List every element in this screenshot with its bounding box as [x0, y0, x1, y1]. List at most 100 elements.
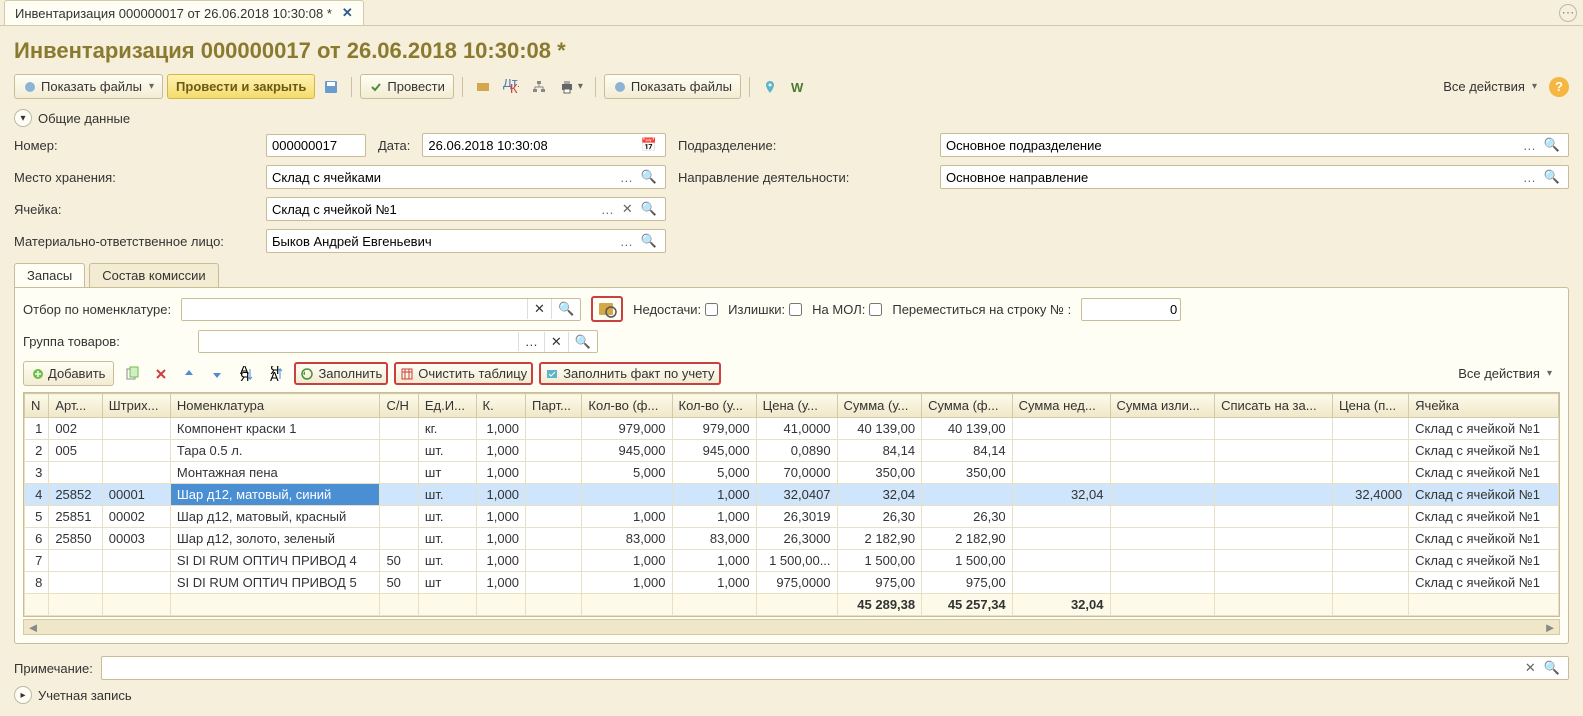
table-row[interactable]: 1002Компонент краски 1кг.1,000979,000979…: [25, 418, 1559, 440]
number-input[interactable]: [266, 134, 366, 157]
column-header[interactable]: Сумма (у...: [837, 394, 922, 418]
collapse-icon[interactable]: ▾: [14, 109, 32, 127]
show-files-button-2[interactable]: Показать файлы: [604, 74, 741, 99]
close-icon[interactable]: ✕: [342, 5, 353, 21]
delete-icon[interactable]: [150, 363, 172, 385]
structure-icon[interactable]: [527, 75, 551, 99]
column-header[interactable]: Номенклатура: [170, 394, 380, 418]
post-button[interactable]: Провести: [360, 74, 454, 99]
activity-input[interactable]: …🔍: [940, 165, 1569, 189]
svg-text:Я: Я: [240, 369, 249, 382]
sort-asc-icon[interactable]: АЯ: [234, 362, 258, 386]
expand-icon[interactable]: ▸: [14, 686, 32, 704]
movement-icon[interactable]: [471, 75, 495, 99]
table-row[interactable]: 52585100002Шар д12, матовый, красныйшт.1…: [25, 506, 1559, 528]
clear-icon[interactable]: ✕: [619, 201, 636, 217]
number-label: Номер:: [14, 138, 254, 153]
copy-icon[interactable]: [120, 362, 144, 386]
clear-icon[interactable]: ✕: [1522, 660, 1539, 676]
stocks-table[interactable]: NАрт...Штрих...НоменклатураС/НЕд.И...К.П…: [23, 392, 1560, 617]
help-icon[interactable]: ?: [1549, 77, 1569, 97]
column-header[interactable]: Кол-во (ф...: [582, 394, 672, 418]
column-header[interactable]: Сумма изли...: [1110, 394, 1215, 418]
column-header[interactable]: Сумма нед...: [1012, 394, 1110, 418]
ellipsis-icon[interactable]: …: [1520, 138, 1539, 153]
column-header[interactable]: Парт...: [526, 394, 582, 418]
calendar-icon[interactable]: 📅: [638, 137, 660, 153]
activity-label: Направление деятельности:: [678, 170, 928, 185]
search-icon[interactable]: 🔍: [551, 299, 580, 319]
clear-table-button[interactable]: Очистить таблицу: [394, 362, 533, 385]
expand-icon[interactable]: ⋯: [1559, 4, 1577, 22]
cell-input[interactable]: …✕🔍: [266, 197, 666, 221]
add-button[interactable]: Добавить: [23, 361, 114, 386]
map-pin-icon[interactable]: [758, 75, 782, 99]
ellipsis-icon[interactable]: …: [1520, 170, 1539, 185]
search-icon[interactable]: 🔍: [638, 233, 660, 249]
column-header[interactable]: N: [25, 394, 49, 418]
sort-desc-icon[interactable]: ЯА: [264, 362, 288, 386]
shortage-checkbox[interactable]: Недостачи:: [633, 302, 718, 317]
column-header[interactable]: Цена (п...: [1333, 394, 1409, 418]
all-actions-dropdown[interactable]: Все действия: [1435, 75, 1545, 98]
column-header[interactable]: К.: [476, 394, 526, 418]
tab-commission[interactable]: Состав комиссии: [89, 263, 218, 287]
date-input[interactable]: 📅: [422, 133, 666, 157]
search-icon[interactable]: 🔍: [1541, 169, 1563, 185]
column-header[interactable]: Цена (у...: [756, 394, 837, 418]
clear-icon[interactable]: ✕: [527, 299, 551, 319]
column-header[interactable]: Ячейка: [1409, 394, 1559, 418]
tab-content: Отбор по номенклатуре: ✕🔍 Недостачи: Изл…: [14, 287, 1569, 644]
mol-input[interactable]: …🔍: [266, 229, 666, 253]
table-row[interactable]: 8SI DI RUM ОПТИЧ ПРИВОД 550шт1,0001,0001…: [25, 572, 1559, 594]
search-icon[interactable]: 🔍: [568, 332, 597, 352]
search-icon[interactable]: 🔍: [1541, 660, 1563, 676]
scroll-right-icon[interactable]: ►: [1543, 620, 1557, 634]
column-header[interactable]: Арт...: [49, 394, 102, 418]
column-header[interactable]: Кол-во (у...: [672, 394, 756, 418]
show-files-button[interactable]: Показать файлы: [14, 74, 163, 99]
dept-input[interactable]: …🔍: [940, 133, 1569, 157]
search-icon[interactable]: 🔍: [638, 169, 660, 185]
on-mol-checkbox[interactable]: На МОЛ:: [812, 302, 882, 317]
ellipsis-icon[interactable]: …: [598, 202, 617, 217]
table-row[interactable]: 7SI DI RUM ОПТИЧ ПРИВОД 450шт.1,0001,000…: [25, 550, 1559, 572]
table-row[interactable]: 62585000003Шар д12, золото, зеленыйшт.1,…: [25, 528, 1559, 550]
ellipsis-icon[interactable]: …: [617, 170, 636, 185]
table-all-actions-dropdown[interactable]: Все действия: [1450, 362, 1560, 385]
group-filter-input[interactable]: …✕🔍: [198, 330, 598, 353]
search-icon[interactable]: 🔍: [1541, 137, 1563, 153]
save-icon[interactable]: [319, 75, 343, 99]
h-scrollbar[interactable]: ◄ ►: [23, 619, 1560, 635]
document-tab-title: Инвентаризация 000000017 от 26.06.2018 1…: [15, 6, 332, 21]
column-header[interactable]: Сумма (ф...: [922, 394, 1013, 418]
clear-icon[interactable]: ✕: [544, 332, 568, 352]
document-tab[interactable]: Инвентаризация 000000017 от 26.06.2018 1…: [4, 0, 364, 25]
table-row[interactable]: 2005Тара 0.5 л.шт.1,000945,000945,0000,0…: [25, 440, 1559, 462]
dt-kt-icon[interactable]: ДтКт: [499, 75, 523, 99]
column-header[interactable]: Ед.И...: [418, 394, 476, 418]
print-icon[interactable]: [555, 75, 587, 99]
pick-button[interactable]: [591, 296, 623, 322]
storage-input[interactable]: …🔍: [266, 165, 666, 189]
ellipsis-icon[interactable]: …: [518, 332, 544, 351]
tab-stocks[interactable]: Запасы: [14, 263, 85, 287]
goto-row-input[interactable]: [1081, 298, 1181, 321]
table-row[interactable]: 42585200001Шар д12, матовый, синийшт.1,0…: [25, 484, 1559, 506]
table-row[interactable]: 3Монтажная пенашт1,0005,0005,00070,00003…: [25, 462, 1559, 484]
note-input[interactable]: ✕🔍: [101, 656, 1569, 680]
fill-button[interactable]: Заполнить: [294, 362, 388, 385]
post-and-close-button[interactable]: Провести и закрыть: [167, 74, 315, 99]
surplus-checkbox[interactable]: Излишки:: [728, 302, 802, 317]
scroll-left-icon[interactable]: ◄: [26, 620, 40, 634]
move-up-icon[interactable]: [178, 363, 200, 385]
fill-fact-button[interactable]: Заполнить факт по учету: [539, 362, 720, 385]
ellipsis-icon[interactable]: …: [617, 234, 636, 249]
column-header[interactable]: Списать на за...: [1215, 394, 1333, 418]
column-header[interactable]: С/Н: [380, 394, 418, 418]
column-header[interactable]: Штрих...: [102, 394, 170, 418]
wiki-icon[interactable]: W: [786, 75, 810, 99]
move-down-icon[interactable]: [206, 363, 228, 385]
nomen-filter-input[interactable]: ✕🔍: [181, 298, 581, 321]
search-icon[interactable]: 🔍: [638, 201, 660, 217]
